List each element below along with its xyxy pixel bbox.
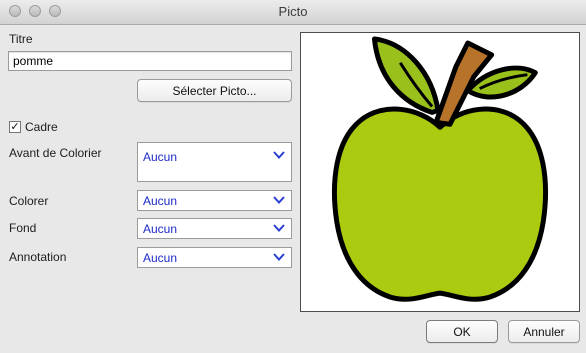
chevron-down-icon bbox=[273, 253, 285, 261]
fond-select[interactable]: Aucun bbox=[137, 218, 292, 239]
cadre-label: Cadre bbox=[25, 120, 58, 134]
chevron-down-icon bbox=[273, 151, 285, 159]
avant-de-colorier-label: Avant de Colorier bbox=[9, 146, 102, 160]
chevron-down-icon bbox=[273, 196, 285, 204]
ok-button[interactable]: OK bbox=[426, 320, 498, 343]
checkmark-icon: ✓ bbox=[10, 121, 20, 133]
cadre-checkbox[interactable]: ✓ bbox=[9, 121, 21, 133]
apple-icon bbox=[332, 36, 548, 302]
avant-de-colorier-value: Aucun bbox=[143, 150, 178, 164]
chevron-down-icon bbox=[273, 224, 285, 232]
annotation-value: Aucun bbox=[143, 251, 178, 265]
titre-input[interactable] bbox=[8, 51, 292, 71]
colorer-value: Aucun bbox=[143, 194, 178, 208]
picto-preview bbox=[300, 32, 580, 312]
colorer-select[interactable]: Aucun bbox=[137, 190, 292, 211]
title-bar: Picto bbox=[0, 0, 586, 25]
avant-de-colorier-select[interactable]: Aucun bbox=[137, 142, 292, 182]
fond-label: Fond bbox=[9, 221, 37, 235]
annotation-label: Annotation bbox=[9, 250, 67, 264]
annotation-select[interactable]: Aucun bbox=[137, 247, 292, 268]
picto-dialog: Picto Titre Sélecter Picto... ✓ Cadre Av… bbox=[0, 0, 586, 353]
titre-label: Titre bbox=[9, 32, 33, 46]
colorer-label: Colorer bbox=[9, 194, 49, 208]
select-picto-button[interactable]: Sélecter Picto... bbox=[137, 79, 292, 102]
fond-value: Aucun bbox=[143, 222, 178, 236]
window-title: Picto bbox=[278, 4, 308, 19]
cancel-button[interactable]: Annuler bbox=[508, 320, 580, 343]
